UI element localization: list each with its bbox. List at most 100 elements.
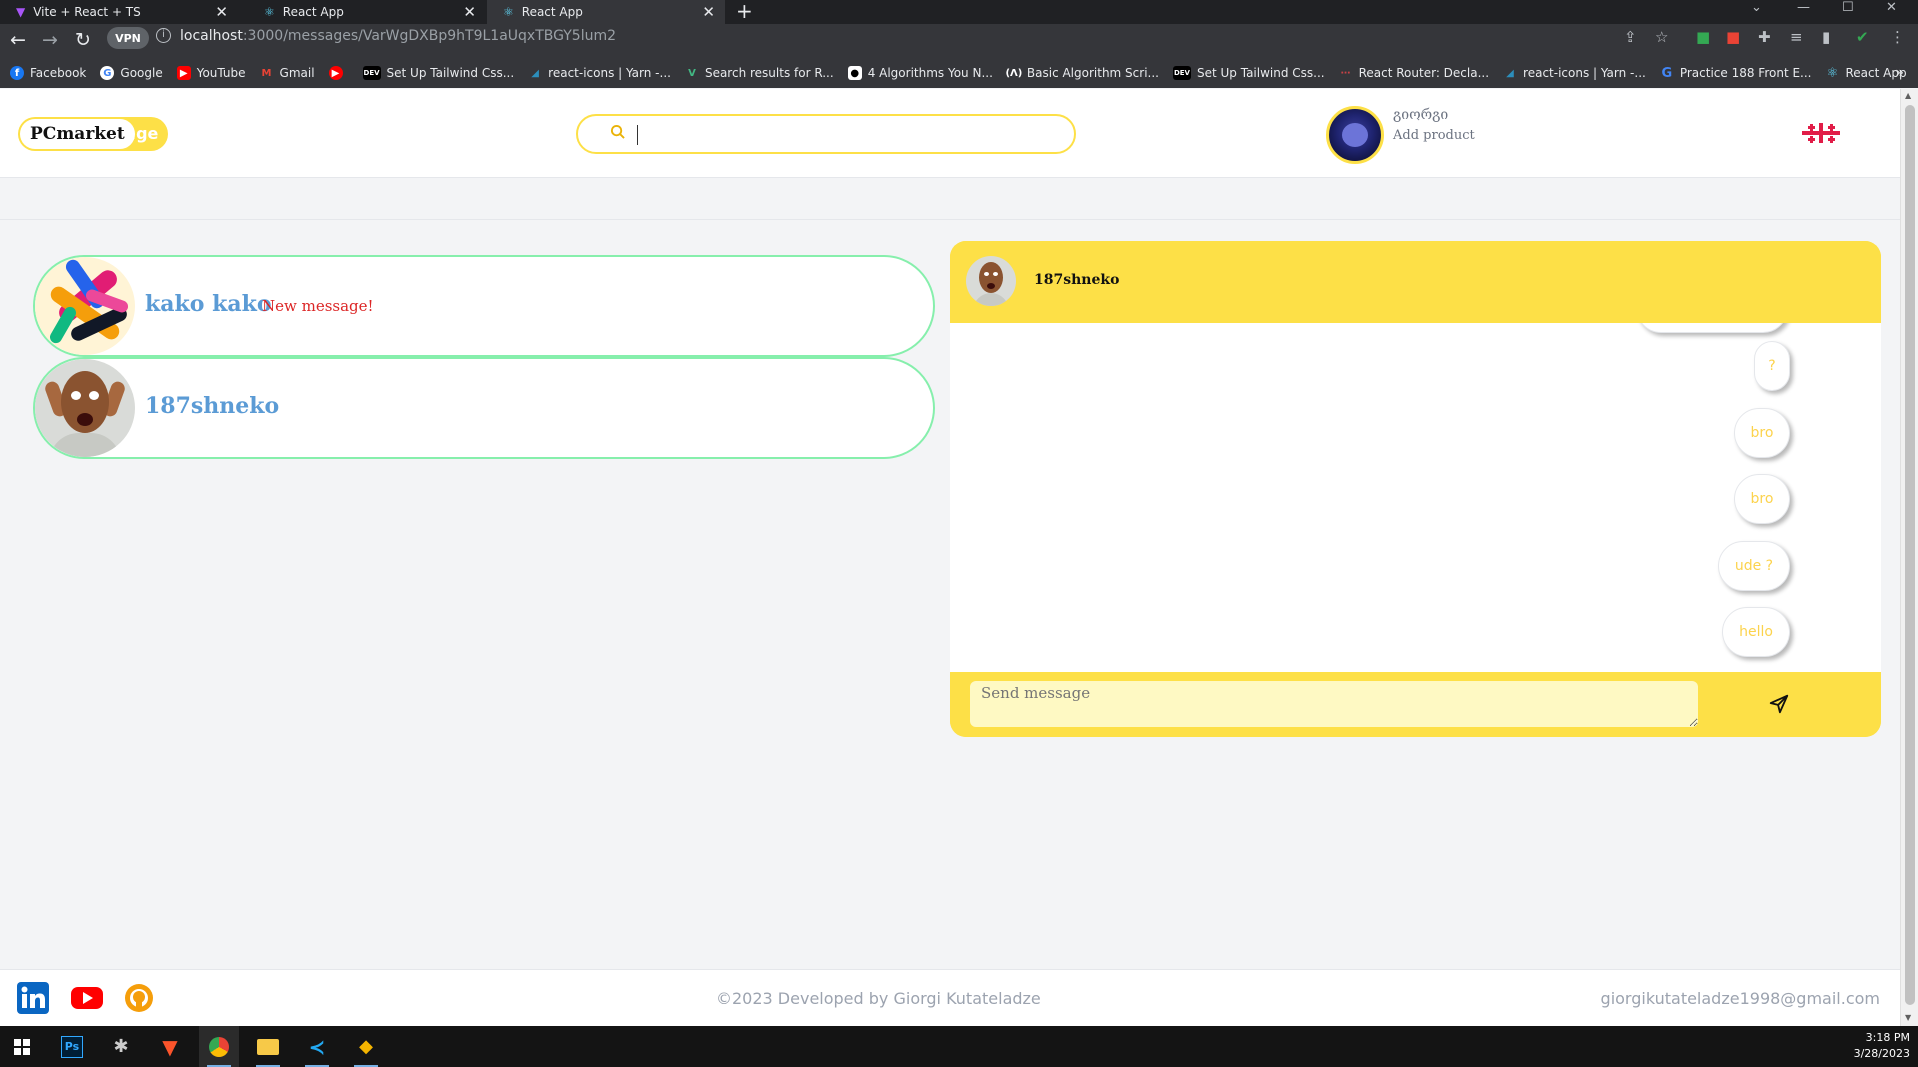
page-scrollbar[interactable]: ▲ ▼ — [1900, 89, 1918, 1026]
user-avatar[interactable] — [1326, 106, 1384, 164]
g-icon: G — [1661, 65, 1673, 81]
close-tab-icon[interactable]: ✕ — [215, 3, 228, 21]
browser-menu-icon[interactable]: ⋮ — [1890, 28, 1905, 46]
back-icon[interactable]: ← — [10, 29, 26, 51]
yarn-icon: ◢ — [1506, 67, 1514, 79]
bookmark-item[interactable]: ⋯ React Router: Decla... — [1339, 66, 1489, 80]
browser-tab[interactable]: ▼ Vite + React + TS ✕ — [0, 0, 238, 24]
new-message-badge: New message! — [262, 297, 374, 315]
address-bar[interactable]: localhost:3000/messages/VarWgDXBp9hT9L1a… — [180, 28, 616, 44]
scroll-thumb[interactable] — [1905, 105, 1915, 1005]
bookmark-item[interactable]: ⚛ React App — [1825, 65, 1907, 81]
avatar-figure — [1342, 123, 1368, 147]
close-tab-icon[interactable]: ✕ — [463, 3, 476, 21]
tab-title: Vite + React + TS — [33, 5, 141, 19]
scroll-up-arrow-icon[interactable]: ▲ — [1905, 91, 1911, 100]
tab-title: React App — [521, 5, 583, 19]
more-bookmarks-icon[interactable]: » — [1895, 65, 1904, 81]
contact-email[interactable]: giorgikutateladze1998@gmail.com — [1601, 989, 1880, 1008]
message-bubble: ? — [1754, 341, 1790, 391]
url-path: :3000/messages/VarWgDXBp9hT9L1aUqxTBGY5l… — [242, 28, 617, 44]
extensions-puzzle-icon[interactable]: ✚ — [1758, 28, 1771, 46]
chat-header: 187shneko — [950, 241, 1881, 323]
conversation-item[interactable]: 187shneko — [33, 357, 935, 459]
react-icon: ⚛ — [503, 5, 514, 19]
bookmark-star-icon[interactable]: ☆ — [1655, 28, 1668, 46]
bookmark-item[interactable]: ◢ react-icons | Yarn -... — [528, 66, 671, 80]
bookmark-label: Basic Algorithm Scri... — [1026, 66, 1159, 80]
bookmark-item[interactable]: G Practice 188 Front E... — [1660, 65, 1811, 81]
app-icon[interactable]: ✱ — [101, 1026, 141, 1067]
scroll-down-arrow-icon[interactable]: ▼ — [1905, 1013, 1911, 1022]
reading-list-icon[interactable]: ≡ — [1790, 28, 1803, 46]
site-footer: ©2023 Developed by Giorgi Kutateladze gi… — [0, 969, 1900, 1026]
bookmark-item[interactable]: V Search results for R... — [685, 66, 834, 80]
vpn-badge[interactable]: VPN — [107, 27, 149, 49]
tab-title: React App — [282, 5, 344, 19]
youtube-icon: ▶ — [176, 66, 191, 80]
extension-red-icon[interactable]: ■ — [1726, 28, 1740, 46]
message-list[interactable]: ? bro bro ude ? hello — [950, 323, 1881, 672]
youtube-icon: ▶ — [328, 66, 343, 80]
react-icon: ⚛ — [1826, 65, 1839, 81]
maximize-icon[interactable]: ☐ — [1842, 0, 1854, 15]
git-gui-icon[interactable]: ◆ — [346, 1026, 386, 1067]
brave-browser-icon[interactable]: ▼ — [150, 1026, 190, 1067]
message-bubble: bro — [1734, 408, 1790, 458]
bookmark-item[interactable]: M Gmail — [260, 66, 315, 80]
bookmark-item[interactable]: ▶ — [328, 66, 349, 80]
message-input[interactable] — [970, 681, 1698, 727]
send-icon[interactable] — [1768, 693, 1790, 715]
conversation-item[interactable]: kako kako New message! — [33, 255, 935, 357]
github-icon[interactable] — [122, 982, 156, 1014]
screen: ▼ Vite + React + TS ✕ ⚛ React App ✕ ⚛ Re… — [0, 0, 1918, 1067]
search-box[interactable] — [576, 114, 1076, 154]
system-clock[interactable]: 3:18 PM 3/28/2023 — [1854, 1030, 1910, 1062]
user-name[interactable]: გიორგი — [1393, 107, 1448, 123]
youtube-icon[interactable] — [70, 982, 104, 1014]
browser-tab[interactable]: ⚛ React App ✕ — [248, 0, 486, 24]
bookmark-item[interactable]: DEV Set Up Tailwind Css... — [362, 66, 514, 80]
message-bubble: bro — [1734, 474, 1790, 524]
file-explorer-icon[interactable] — [248, 1026, 288, 1067]
bookmark-item[interactable]: f Facebook — [10, 66, 86, 80]
minimize-icon[interactable]: — — [1797, 0, 1810, 15]
abstract-art-avatar — [35, 257, 135, 355]
windows-start-icon[interactable] — [2, 1026, 42, 1067]
dev-icon: DEV — [1172, 66, 1191, 80]
browser-tab-active[interactable]: ⚛ React App ✕ — [487, 0, 725, 24]
bookmark-item[interactable]: DEV Set Up Tailwind Css... — [1172, 66, 1325, 80]
site-header: PCmarket .ge გიორგი Add product — [0, 89, 1900, 178]
side-panel-icon[interactable]: ▮ — [1822, 28, 1830, 46]
bookmark-label: YouTube — [196, 66, 246, 80]
gmail-icon: M — [261, 67, 272, 79]
forward-icon[interactable]: → — [42, 29, 58, 51]
bookmark-item[interactable]: G Google — [100, 66, 163, 80]
bookmark-item[interactable]: ● 4 Algorithms You N... — [847, 66, 993, 80]
chat-partner-avatar[interactable] — [966, 256, 1016, 306]
bookmark-item[interactable]: (Λ) Basic Algorithm Scri... — [1005, 66, 1159, 80]
extension-lock-icon[interactable]: ■ — [1696, 28, 1710, 46]
close-tab-icon[interactable]: ✕ — [702, 3, 715, 21]
message-bubble-partial — [1636, 323, 1788, 333]
add-product-link[interactable]: Add product — [1393, 128, 1475, 143]
site-logo[interactable]: PCmarket .ge — [18, 117, 168, 151]
site-info-icon[interactable]: i — [156, 28, 171, 43]
tab-search-icon[interactable]: ⌄ — [1751, 0, 1762, 15]
share-icon[interactable]: ⇪ — [1624, 28, 1637, 46]
reload-icon[interactable]: ↻ — [75, 29, 91, 51]
linkedin-icon[interactable] — [16, 982, 50, 1014]
bookmark-item[interactable]: ◢ react-icons | Yarn -... — [1503, 66, 1646, 80]
bookmark-item[interactable]: ▶ YouTube — [176, 66, 246, 80]
chrome-icon[interactable] — [199, 1026, 239, 1067]
close-window-icon[interactable]: ✕ — [1886, 0, 1897, 15]
photoshop-icon[interactable]: Ps — [52, 1026, 92, 1067]
vscode-icon[interactable]: ≺ — [297, 1026, 337, 1067]
conversation-name: 187shneko — [145, 393, 280, 419]
react-router-icon: ⋯ — [1340, 67, 1351, 79]
bookmark-label: Google — [120, 66, 163, 80]
georgian-flag-icon[interactable] — [1802, 123, 1840, 143]
search-icon — [610, 124, 625, 143]
new-tab-button[interactable]: + — [736, 0, 753, 22]
profile-shield-icon[interactable]: ✔ — [1856, 28, 1869, 46]
